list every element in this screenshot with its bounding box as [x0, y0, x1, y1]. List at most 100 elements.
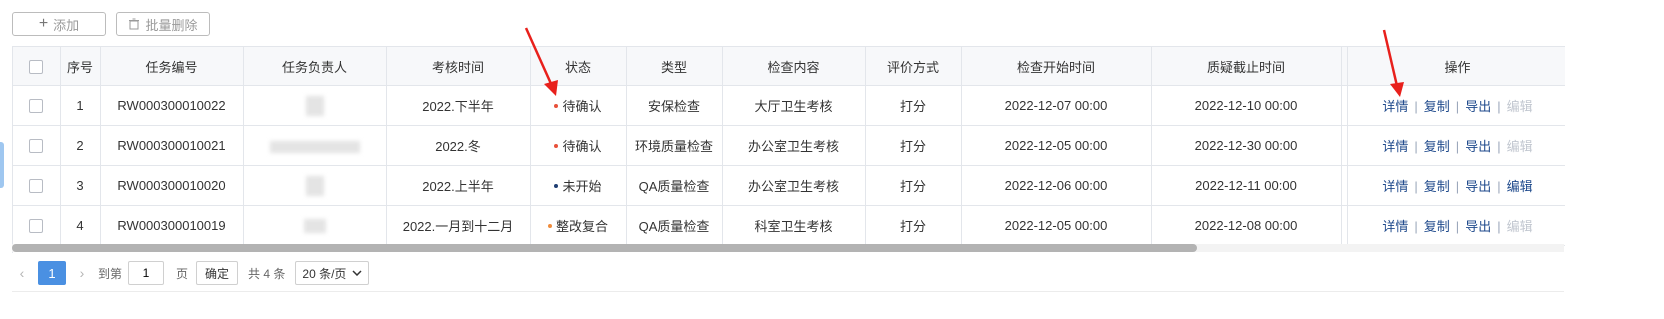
row-start-time: 2022-12-06 00:00	[961, 165, 1152, 206]
copy-link[interactable]: 复制	[1424, 179, 1450, 194]
status-label: 待确认	[562, 99, 602, 115]
export-link[interactable]: 导出	[1465, 99, 1491, 114]
table-row: 1 RW000300010022 2022.下半年 待确认 安保检查 大厅卫生考…	[13, 85, 1565, 126]
row-content: 科室卫生考核	[722, 205, 866, 246]
header-period: 考核时间	[386, 47, 531, 86]
header-content: 检查内容	[722, 47, 866, 86]
row-period: 2022.下半年	[386, 85, 531, 126]
row-checkbox[interactable]	[29, 179, 44, 194]
table-header-row: 序号 任务编号 任务负责人 考核时间 状态 类型 检查内容 评价方式 检查开始时…	[13, 47, 1565, 86]
select-all-cell[interactable]	[13, 47, 61, 86]
row-index: 2	[60, 125, 101, 166]
row-type: 环境质量检查	[626, 125, 723, 166]
export-link[interactable]: 导出	[1465, 219, 1491, 234]
add-button[interactable]: + 添加	[12, 12, 106, 36]
add-button-label: 添加	[53, 17, 80, 33]
row-actions: 详情 | 复制 | 导出 | 编辑	[1347, 165, 1565, 206]
row-start-time: 2022-12-05 00:00	[961, 125, 1152, 166]
header-type: 类型	[626, 47, 723, 86]
row-period: 2022.冬	[386, 125, 531, 166]
status-dot	[547, 223, 552, 228]
row-checkbox[interactable]	[29, 219, 44, 234]
row-task-no: RW000300010022	[100, 85, 244, 126]
row-deadline: 2022-12-08 00:00	[1151, 205, 1342, 246]
row-checkbox[interactable]	[29, 139, 44, 154]
status-dot	[554, 183, 559, 188]
row-period: 2022.上半年	[386, 165, 531, 206]
goto-page-input[interactable]	[128, 261, 165, 285]
chevron-down-icon	[352, 270, 362, 276]
redacted-owner	[269, 140, 360, 153]
page-size-select[interactable]: 20 条/页	[295, 261, 370, 285]
row-type: QA质量检查	[626, 165, 723, 206]
copy-link[interactable]: 复制	[1424, 219, 1450, 234]
row-task-no: RW000300010021	[100, 125, 244, 166]
batch-delete-label: 批量删除	[145, 17, 198, 33]
row-start-time: 2022-12-05 00:00	[961, 205, 1152, 246]
side-tab-handle[interactable]	[0, 142, 4, 188]
row-owner	[243, 85, 387, 126]
copy-link[interactable]: 复制	[1424, 139, 1450, 154]
goto-label: 到第	[98, 266, 123, 281]
row-status: 未开始	[530, 165, 627, 206]
row-status: 待确认	[530, 85, 627, 126]
pagination: ‹ 1 › 到第 页 确定 共 4 条 20 条/页	[12, 258, 370, 288]
table-row: 4 RW000300010019 2022.一月到十二月 整改复合 QA质量检查…	[13, 205, 1565, 246]
total-count: 共 4 条	[248, 266, 286, 281]
row-owner	[243, 205, 387, 246]
edit-link-disabled: 编辑	[1506, 139, 1533, 154]
row-checkbox[interactable]	[29, 99, 44, 114]
horizontal-scrollbar[interactable]	[12, 244, 1564, 252]
row-type: 安保检查	[626, 85, 723, 126]
batch-delete-button[interactable]: 批量删除	[116, 12, 210, 36]
goto-confirm-button[interactable]: 确定	[196, 261, 239, 285]
detail-link[interactable]: 详情	[1382, 219, 1408, 234]
header-deadline: 质疑截止时间	[1151, 47, 1342, 86]
page-1-button[interactable]: 1	[38, 261, 66, 285]
row-content: 办公室卫生考核	[722, 165, 866, 206]
row-start-time: 2022-12-07 00:00	[961, 85, 1152, 126]
redacted-owner	[305, 95, 324, 116]
header-owner: 任务负责人	[243, 47, 387, 86]
scrollbar-thumb[interactable]	[12, 244, 1197, 252]
header-eval: 评价方式	[865, 47, 962, 86]
row-eval: 打分	[865, 165, 962, 206]
row-task-no: RW000300010020	[100, 165, 244, 206]
row-owner	[243, 165, 387, 206]
chevron-right-icon[interactable]: ›	[72, 265, 92, 281]
export-link[interactable]: 导出	[1465, 179, 1491, 194]
table-row: 2 RW000300010021 2022.冬 待确认 环境质量检查 办公室卫生…	[13, 125, 1565, 166]
header-index: 序号	[60, 47, 101, 86]
page-size-value: 20 条/页	[302, 266, 347, 281]
row-owner	[243, 125, 387, 166]
chevron-left-icon[interactable]: ‹	[12, 265, 32, 281]
edit-link-disabled: 编辑	[1506, 219, 1533, 234]
row-eval: 打分	[865, 205, 962, 246]
detail-link[interactable]: 详情	[1382, 179, 1408, 194]
row-index: 3	[60, 165, 101, 206]
redacted-owner	[305, 175, 324, 196]
select-all-checkbox[interactable]	[29, 59, 44, 74]
row-deadline: 2022-12-30 00:00	[1151, 125, 1342, 166]
table-row: 3 RW000300010020 2022.上半年 未开始 QA质量检查 办公室…	[13, 165, 1565, 206]
trash-icon	[129, 18, 140, 30]
edit-link-disabled: 编辑	[1506, 99, 1533, 114]
row-deadline: 2022-12-10 00:00	[1151, 85, 1342, 126]
detail-link[interactable]: 详情	[1382, 99, 1408, 114]
status-label: 待确认	[562, 139, 602, 155]
export-link[interactable]: 导出	[1465, 139, 1491, 154]
footer-divider	[12, 291, 1564, 292]
row-content: 办公室卫生考核	[722, 125, 866, 166]
row-eval: 打分	[865, 125, 962, 166]
row-eval: 打分	[865, 85, 962, 126]
detail-link[interactable]: 详情	[1382, 139, 1408, 154]
header-task-no: 任务编号	[100, 47, 244, 86]
header-actions: 操作	[1347, 47, 1565, 86]
row-actions: 详情 | 复制 | 导出 | 编辑	[1347, 205, 1565, 246]
edit-link[interactable]: 编辑	[1507, 179, 1533, 194]
status-label: 未开始	[562, 179, 602, 195]
plus-icon: +	[38, 15, 49, 32]
copy-link[interactable]: 复制	[1424, 99, 1450, 114]
task-table: 序号 任务编号 任务负责人 考核时间 状态 类型 检查内容 评价方式 检查开始时…	[12, 46, 1565, 253]
row-actions: 详情 | 复制 | 导出 | 编辑	[1347, 125, 1565, 166]
